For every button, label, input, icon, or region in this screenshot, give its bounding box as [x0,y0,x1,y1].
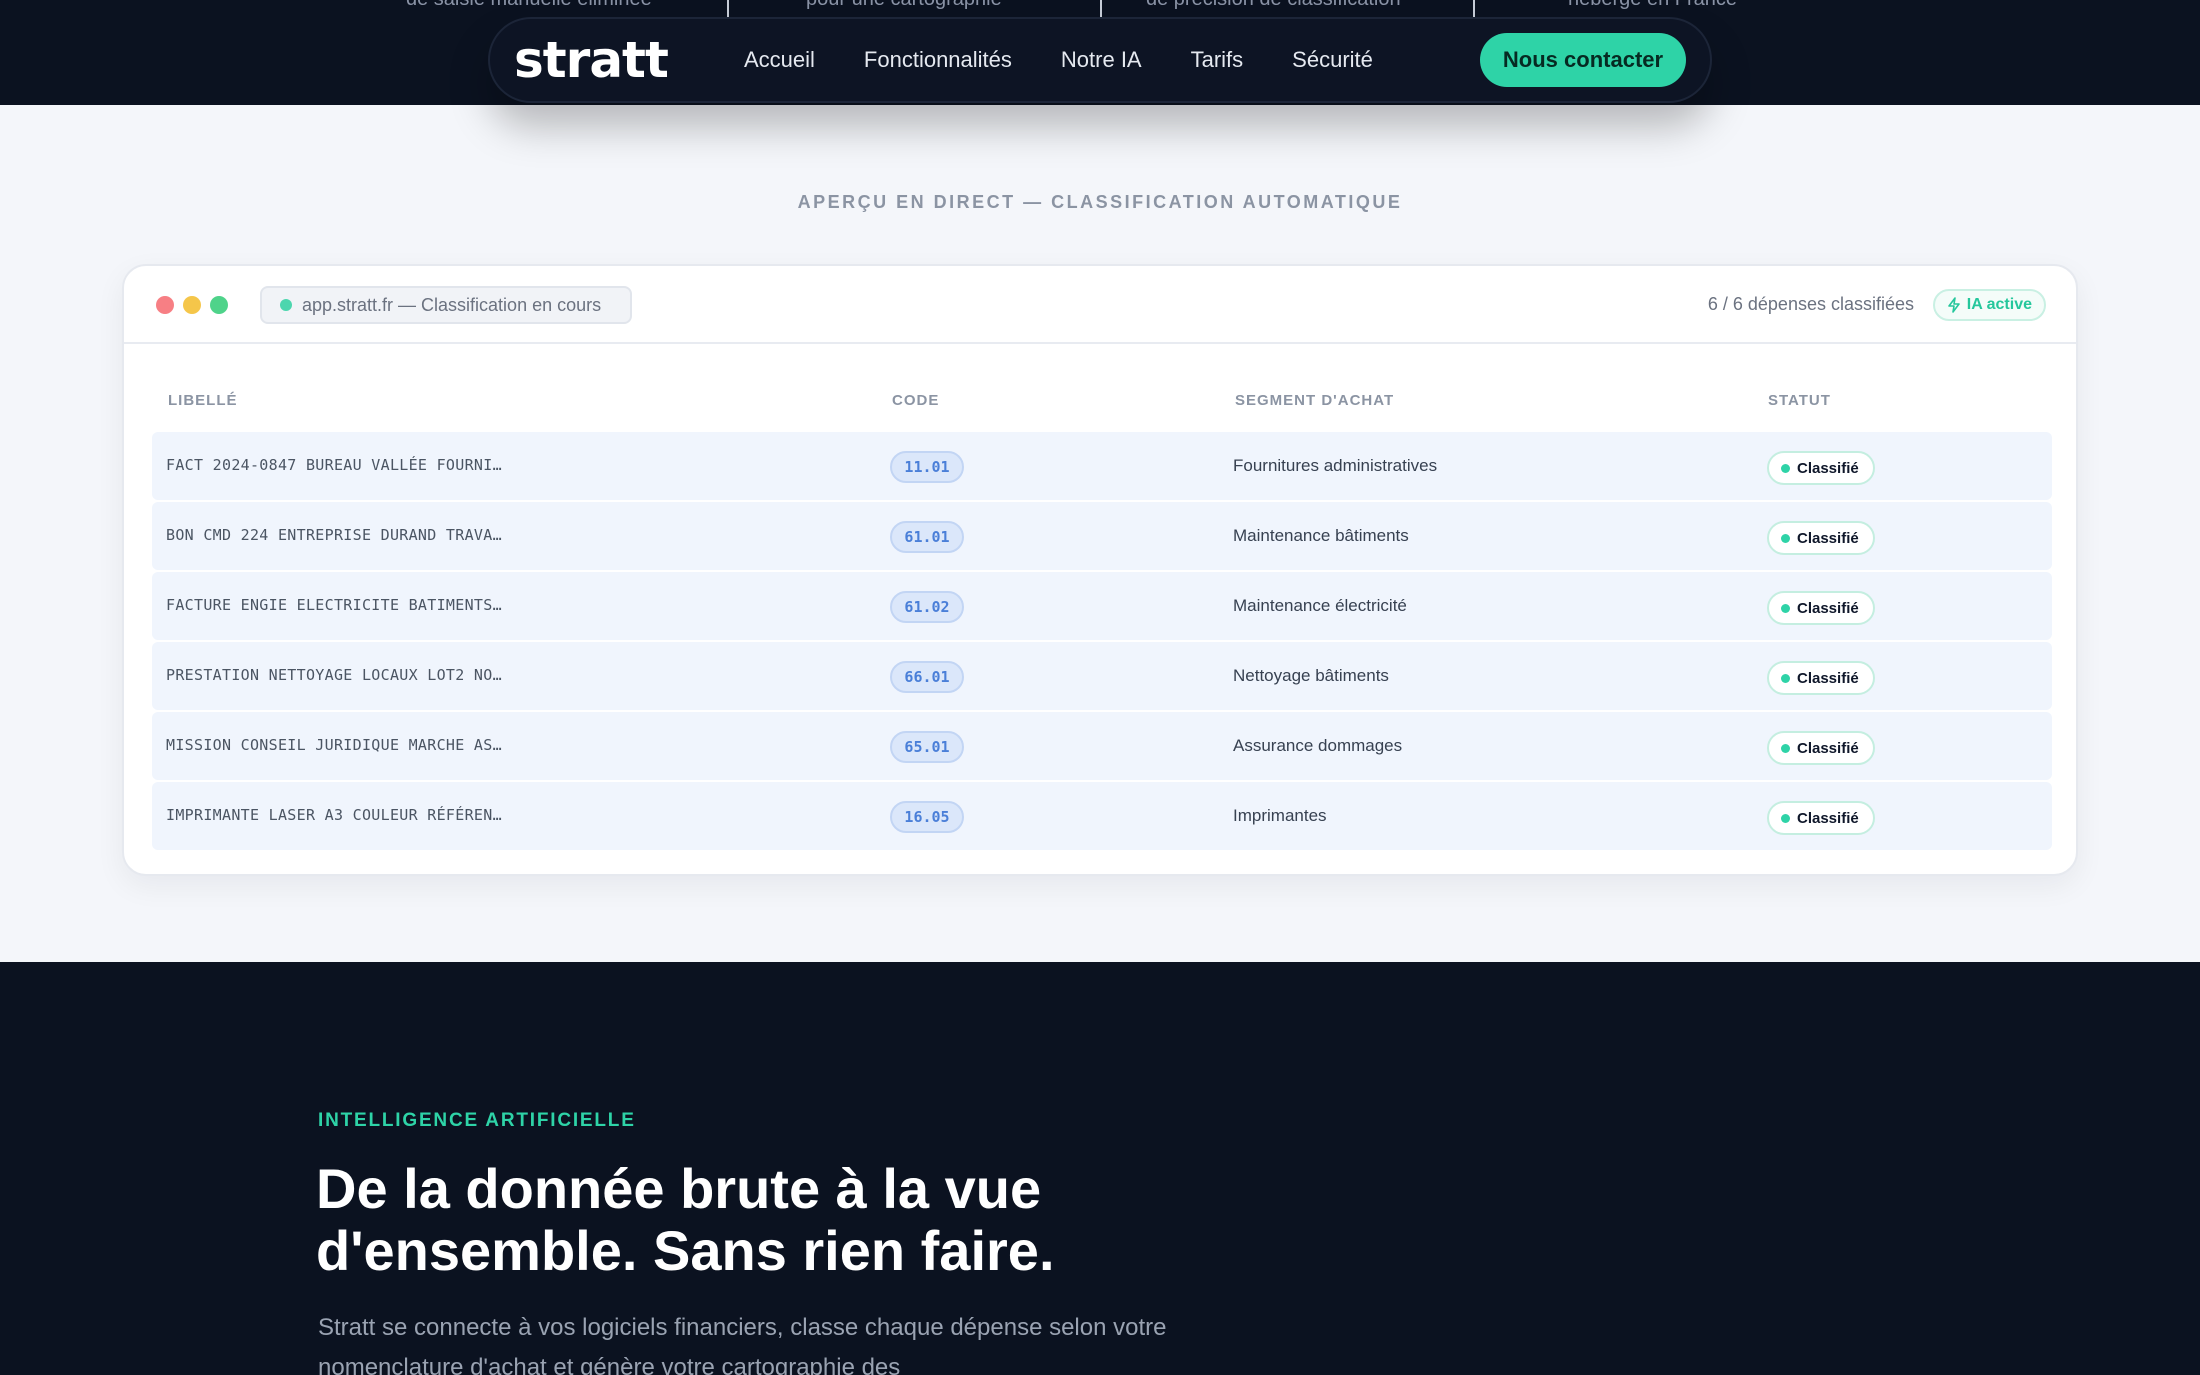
row-segment: Imprimantes [1233,806,1327,825]
status-dot-icon [1781,743,1790,753]
col-header-code: CODE [892,392,940,409]
nav-link-fonctionnalites[interactable]: Fonctionnalités [864,47,1012,73]
classified-count: 6 / 6 dépenses classifiées [1707,294,1914,314]
row-libelle: MISSION CONSEIL JURIDIQUE MARCHE AS… [166,736,502,754]
live-status-dot-icon [280,299,292,311]
table-row: FACTURE ENGIE ELECTRICITE BATIMENTS… 61.… [152,572,2052,640]
status-label: Classifié [1797,459,1859,477]
row-segment: Nettoyage bâtiments [1233,666,1389,685]
row-libelle: PRESTATION NETTOYAGE LOCAUX LOT2 NO… [166,666,502,684]
contact-button[interactable]: Nous contacter [1480,33,1686,87]
status-label: Classifié [1797,809,1859,827]
status-label: Classifié [1797,599,1859,617]
row-segment: Maintenance bâtiments [1233,526,1409,545]
nav-link-securite[interactable]: Sécurité [1292,47,1373,73]
row-libelle: FACT 2024-0847 BUREAU VALLÉE FOURNI… [166,456,502,474]
row-libelle: BON CMD 224 ENTREPRISE DURAND TRAVA… [166,526,502,544]
row-segment: Assurance dommages [1233,736,1403,755]
stat-caption: de précision de classification [1146,0,1401,11]
ia-active-label: IA active [1966,296,2032,313]
table-row: MISSION CONSEIL JURIDIQUE MARCHE AS… 65.… [152,712,2052,780]
stat-caption: hébergé en France [1568,0,1737,11]
row-libelle: IMPRIMANTE LASER A3 COULEUR RÉFÉREN… [166,806,502,824]
status-badge: Classifié [1767,521,1875,555]
stat-caption: de saisie manuelle éliminée [406,0,652,11]
row-segment: Maintenance électricité [1233,596,1407,615]
url-bar: app.stratt.fr — Classification en cours [260,286,632,324]
stat-divider [727,0,729,18]
headline-line: De la donnée brute à la vue [316,1157,1042,1220]
row-code-badge: 65.01 [890,731,964,763]
headline-line: d'ensemble. Sans rien faire. [316,1219,1055,1282]
status-dot-icon [1781,533,1790,543]
row-code-badge: 61.01 [890,521,964,553]
section-paragraph: Stratt se connecte à vos logiciels finan… [318,1314,1167,1375]
ia-active-badge: IA active [1932,289,2046,321]
section-headline: De la donnée brute à la vue d'ensemble. … [316,1158,1216,1282]
status-badge: Classifié [1767,801,1875,835]
main-navbar: stratt Accueil Fonctionnalités Notre IA … [488,17,1712,103]
nav-links: Accueil Fonctionnalités Notre IA Tarifs … [744,47,1373,73]
status-badge: Classifié [1767,451,1875,485]
row-libelle: FACTURE ENGIE ELECTRICITE BATIMENTS… [166,596,502,614]
table-row: PRESTATION NETTOYAGE LOCAUX LOT2 NO… 66.… [152,642,2052,710]
brand-logo[interactable]: stratt [514,31,669,89]
window-close-dot-icon [156,296,174,314]
url-text: app.stratt.fr — Classification en cours [302,294,602,315]
ai-section: INTELLIGENCE ARTIFICIELLE De la donnée b… [0,962,2200,1375]
status-dot-icon [1781,813,1790,823]
table-row: BON CMD 224 ENTREPRISE DURAND TRAVA… 61.… [152,502,2052,570]
row-code-badge: 66.01 [890,661,964,693]
row-code-badge: 16.05 [890,801,964,833]
stat-caption: pour une cartographie [806,0,1002,11]
window-minimize-dot-icon [183,296,201,314]
status-dot-icon [1781,463,1790,473]
stat-divider [1100,0,1102,18]
col-header-statut: STATUT [1768,392,1831,409]
table-row: FACT 2024-0847 BUREAU VALLÉE FOURNI… 11.… [152,432,2052,500]
col-header-segment: SEGMENT D'ACHAT [1235,392,1395,409]
status-dot-icon [1781,673,1790,683]
live-preview-label: APERÇU EN DIRECT — CLASSIFICATION AUTOMA… [797,192,1403,212]
table-row: IMPRIMANTE LASER A3 COULEUR RÉFÉREN… 16.… [152,782,2052,850]
window-maximize-dot-icon [210,296,228,314]
stat-divider [1473,0,1475,18]
row-code-badge: 61.02 [890,591,964,623]
row-code-badge: 11.01 [890,451,964,483]
status-badge: Classifié [1767,731,1875,765]
section-eyebrow: INTELLIGENCE ARTIFICIELLE [318,1110,636,1131]
classification-preview-window: app.stratt.fr — Classification en cours … [122,264,2078,876]
status-badge: Classifié [1767,661,1875,695]
window-titlebar: app.stratt.fr — Classification en cours … [124,266,2076,344]
status-label: Classifié [1797,529,1859,547]
status-dot-icon [1781,603,1790,613]
status-label: Classifié [1797,739,1859,757]
status-badge: Classifié [1767,591,1875,625]
row-segment: Fournitures administratives [1233,456,1438,475]
nav-link-tarifs[interactable]: Tarifs [1191,47,1244,73]
col-header-libelle: LIBELLÉ [168,392,238,409]
nav-link-accueil[interactable]: Accueil [744,47,815,73]
nav-link-notre-ia[interactable]: Notre IA [1061,47,1142,73]
status-label: Classifié [1797,669,1859,687]
lightning-icon [1947,297,1960,313]
